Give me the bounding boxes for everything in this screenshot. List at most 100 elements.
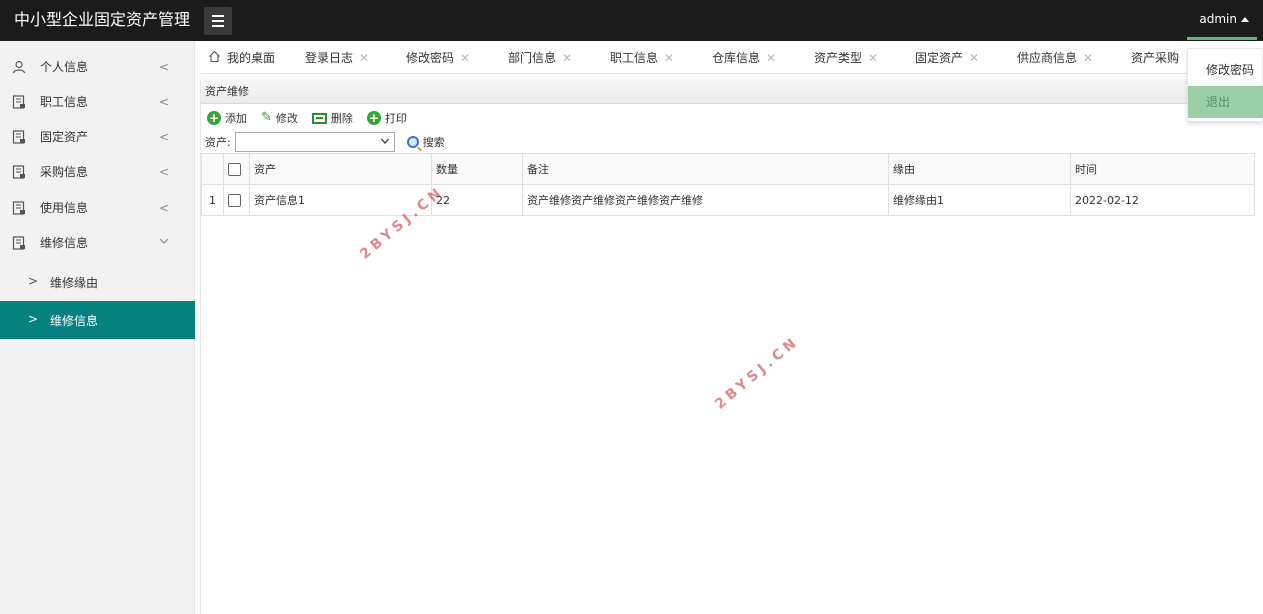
chevron-left-icon: < — [159, 201, 170, 215]
row-checkbox[interactable] — [228, 193, 241, 207]
tab-home[interactable]: 我的桌面 — [208, 41, 276, 73]
document-icon — [12, 236, 26, 250]
tab-label: 资产类型 — [814, 51, 863, 65]
tab-bar: 我的桌面 登录日志 ✕ 修改密码 ✕ 部门信息 ✕ 职工信息 ✕ 仓库信息 ✕ … — [200, 41, 1263, 74]
delete-button[interactable]: 删除 — [311, 110, 353, 126]
document-icon — [12, 201, 26, 215]
table-row[interactable]: 1 资产信息1 22 资产维修资产维修资产维修资产维修 维修缘由1 2022-0… — [201, 184, 1255, 216]
hamburger-icon — [212, 15, 224, 17]
sidebar-subitem-label: 维修缘由 — [50, 276, 99, 290]
tab-warehouse[interactable]: 仓库信息 ✕ — [712, 41, 776, 73]
sidebar-item-staff[interactable]: 职工信息 < — [0, 85, 195, 120]
chevron-left-icon: < — [159, 165, 170, 179]
document-icon — [12, 130, 26, 144]
rownum-header — [201, 153, 224, 185]
sidebar-item-personal[interactable]: 个人信息 < — [0, 50, 195, 85]
search-label: 资产: — [205, 136, 231, 149]
sidebar-subitem-label: 维修信息 — [50, 314, 99, 328]
chevron-down-icon — [380, 136, 390, 149]
pencil-icon: ✎ — [261, 110, 272, 125]
chevron-left-icon: < — [159, 130, 170, 144]
tab-label: 登录日志 — [305, 51, 354, 65]
sidebar-item-label: 采购信息 — [40, 165, 89, 179]
sidebar-item-label: 维修信息 — [40, 236, 89, 250]
dropdown-change-password[interactable]: 修改密码 — [1188, 54, 1263, 86]
sidebar-item-label: 职工信息 — [40, 95, 89, 109]
chevron-left-icon: < — [159, 95, 170, 109]
column-header[interactable]: 资产 — [249, 153, 432, 185]
cell-asset: 资产信息1 — [249, 184, 432, 216]
table-header-row: 资产 数量 备注 缘由 时间 — [201, 153, 1255, 185]
tab-label: 部门信息 — [508, 51, 557, 65]
tab-supplier[interactable]: 供应商信息 ✕ — [1017, 41, 1093, 73]
top-header: 中小型企业固定资产管理 admin — [0, 0, 1263, 41]
sidebar-item-purchase[interactable]: 采购信息 < — [0, 155, 195, 190]
chevron-right-icon: > — [28, 312, 39, 326]
edit-button[interactable]: ✎ 修改 — [261, 110, 298, 126]
tab-label: 我的桌面 — [227, 51, 276, 65]
dropdown-logout[interactable]: 退出 — [1188, 86, 1263, 118]
asset-select[interactable] — [234, 132, 395, 152]
tab-label: 供应商信息 — [1017, 51, 1078, 65]
cell-reason: 维修缘由1 — [888, 184, 1071, 216]
column-header[interactable]: 时间 — [1070, 153, 1255, 185]
sidebar-item-fixed-assets[interactable]: 固定资产 < — [0, 120, 195, 155]
cell-quantity: 22 — [431, 184, 523, 216]
close-icon[interactable]: ✕ — [1083, 51, 1093, 65]
close-icon[interactable]: ✕ — [562, 51, 572, 65]
sidebar-item-label: 固定资产 — [40, 130, 89, 144]
user-icon — [12, 60, 26, 74]
close-icon[interactable]: ✕ — [359, 51, 369, 65]
search-icon — [406, 136, 419, 148]
tab-label: 资产采购 — [1131, 51, 1180, 65]
tab-department[interactable]: 部门信息 ✕ — [508, 41, 572, 73]
search-row: 资产: 搜索 — [205, 131, 445, 153]
column-header[interactable]: 备注 — [522, 153, 889, 185]
search-button[interactable]: 搜索 — [406, 134, 445, 150]
chevron-right-icon: > — [28, 274, 39, 288]
tab-label: 职工信息 — [610, 51, 659, 65]
user-name: admin — [1199, 12, 1237, 26]
tab-asset-type[interactable]: 资产类型 ✕ — [814, 41, 878, 73]
print-button[interactable]: + 打印 — [366, 110, 407, 126]
close-icon[interactable]: ✕ — [969, 51, 979, 65]
user-menu-underline — [1187, 37, 1257, 40]
toolbar: + 添加 ✎ 修改 删除 + 打印 — [207, 108, 407, 128]
close-icon[interactable]: ✕ — [664, 51, 674, 65]
chevron-down-icon — [158, 235, 170, 252]
select-all-checkbox[interactable] — [228, 162, 241, 176]
add-button[interactable]: + 添加 — [207, 110, 247, 126]
tab-fixed-assets[interactable]: 固定资产 ✕ — [915, 41, 979, 73]
close-icon[interactable]: ✕ — [766, 51, 776, 65]
tab-label: 仓库信息 — [712, 51, 761, 65]
sidebar-subitem-repair-reason[interactable]: > 维修缘由 — [0, 263, 195, 301]
column-header[interactable]: 数量 — [431, 153, 523, 185]
document-icon — [12, 165, 26, 179]
print-icon: + — [366, 111, 381, 125]
tab-asset-purchase[interactable]: 资产采购 — [1131, 41, 1180, 73]
sidebar-item-label: 使用信息 — [40, 201, 89, 215]
cell-time: 2022-02-12 — [1070, 184, 1255, 216]
user-menu[interactable]: admin — [1199, 12, 1249, 26]
cell-note: 资产维修资产维修资产维修资产维修 — [522, 184, 889, 216]
tab-staff[interactable]: 职工信息 ✕ — [610, 41, 674, 73]
row-number: 1 — [201, 184, 224, 216]
tab-label: 修改密码 — [406, 51, 455, 65]
column-header[interactable]: 缘由 — [888, 153, 1071, 185]
close-icon[interactable]: ✕ — [460, 51, 470, 65]
tab-login-log[interactable]: 登录日志 ✕ — [305, 41, 369, 73]
tab-change-password[interactable]: 修改密码 ✕ — [406, 41, 470, 73]
sidebar-subitem-repair-info[interactable]: > 维修信息 — [0, 301, 195, 339]
sidebar-item-label: 个人信息 — [40, 60, 89, 74]
home-icon — [208, 50, 221, 66]
sidebar-item-repair[interactable]: 维修信息 — [0, 226, 195, 261]
tab-label: 固定资产 — [915, 51, 964, 65]
add-icon: + — [207, 111, 221, 125]
menu-toggle-button[interactable] — [204, 7, 232, 35]
sidebar-item-usage[interactable]: 使用信息 < — [0, 191, 195, 226]
close-icon[interactable]: ✕ — [868, 51, 878, 65]
app-title: 中小型企业固定资产管理 — [14, 10, 191, 29]
repair-panel: 资产维修 + 添加 ✎ 修改 删除 + 打印 资产: 搜索 资产 数量 备注 缘… — [200, 79, 1263, 614]
user-dropdown-menu: 修改密码 退出 — [1187, 48, 1263, 122]
caret-up-icon — [1241, 16, 1249, 22]
